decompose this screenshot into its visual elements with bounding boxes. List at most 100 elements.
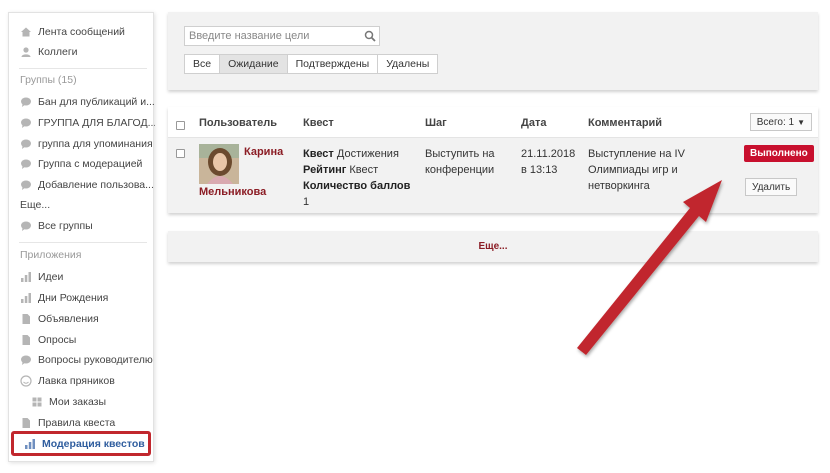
- sidebar-item-all-groups[interactable]: Все группы: [9, 217, 155, 235]
- sidebar-item-group[interactable]: Бан для публикаций и...: [9, 93, 155, 111]
- bar-chart-icon: [20, 292, 32, 304]
- speech-bubble-icon: [20, 354, 32, 366]
- time-line: в 13:13: [521, 164, 558, 176]
- search-input[interactable]: [185, 27, 355, 45]
- sidebar-item-quest-moderation[interactable]: Модерация квестов: [11, 431, 151, 456]
- sidebar-item-label: Группа с модерацией: [38, 158, 143, 170]
- search-icon[interactable]: [364, 30, 376, 42]
- comment-cell: Выступление на IV Олимпиады игр и нетвор…: [588, 146, 685, 194]
- user-surname-link[interactable]: Мельникова: [199, 186, 266, 198]
- sidebar-item-label: Все группы: [38, 220, 93, 232]
- sidebar-item-shop[interactable]: Лавка пряников: [9, 372, 155, 390]
- sidebar-item-my-orders[interactable]: Мои заказы: [9, 393, 155, 411]
- sidebar-item-label: Идеи: [38, 271, 64, 283]
- sidebar-item-label: Мои заказы: [49, 396, 107, 408]
- search-box: [184, 26, 380, 46]
- quest-word: Квест: [349, 164, 379, 176]
- sidebar-item-group[interactable]: Добавление пользова...: [9, 176, 155, 194]
- select-all-checkbox[interactable]: [176, 121, 185, 130]
- sidebar-item-ideas[interactable]: Идеи: [9, 268, 155, 286]
- sidebar-item-label: Коллеги: [38, 46, 78, 58]
- sidebar-item-more-groups[interactable]: Еще...: [9, 196, 155, 214]
- date-line: 21.11.2018: [521, 148, 576, 160]
- comment-line: Выступление на IV: [588, 148, 685, 160]
- tab-pending[interactable]: Ожидание: [219, 54, 288, 74]
- sidebar-item-polls[interactable]: Опросы: [9, 331, 155, 349]
- sidebar-item-quest-rules[interactable]: Правила квеста: [9, 414, 155, 432]
- speech-bubble-icon: [20, 179, 32, 191]
- column-header-comment: Комментарий: [588, 117, 663, 129]
- speech-bubble-icon: [20, 158, 32, 170]
- sidebar-item-label: Лента сообщений: [38, 26, 125, 38]
- groups-heading: Группы (15): [20, 74, 77, 86]
- document-icon: [20, 313, 32, 325]
- step-line: конференции: [425, 164, 495, 176]
- total-label: Всего: 1: [756, 116, 795, 128]
- bar-chart-icon: [24, 438, 36, 450]
- speech-bubble-icon: [20, 96, 32, 108]
- sidebar-item-colleagues[interactable]: Коллеги: [9, 43, 155, 61]
- apps-heading: Приложения: [20, 249, 82, 261]
- sidebar-item-label: ГРУППА ДЛЯ БЛАГОД...: [38, 117, 155, 129]
- column-header-date: Дата: [521, 117, 547, 129]
- total-dropdown[interactable]: Всего: 1 ▼: [749, 113, 812, 131]
- sidebar-item-label: Модерация квестов: [42, 437, 145, 450]
- row-checkbox[interactable]: [176, 149, 185, 158]
- quest-word: Рейтинг: [303, 164, 347, 176]
- quest-cell: Квест Достижения Рейтинг Квест Количеств…: [303, 146, 415, 210]
- divider: [19, 68, 147, 69]
- sidebar-item-questions[interactable]: Вопросы руководителю: [9, 351, 155, 369]
- quest-word: 1: [303, 196, 310, 208]
- date-cell: 21.11.2018 в 13:13: [521, 146, 575, 178]
- step-line: Выступить на: [425, 148, 495, 160]
- mark-done-button[interactable]: Выполнено: [744, 145, 814, 162]
- tab-confirmed[interactable]: Подтверждены: [286, 54, 379, 74]
- filter-panel: Все Ожидание Подтверждены Удалены: [168, 12, 818, 90]
- sidebar: Лента сообщений Коллеги Группы (15) Бан …: [8, 12, 155, 462]
- comment-line: Олимпиады игр и: [588, 164, 678, 176]
- quest-word: Количество баллов: [303, 180, 411, 192]
- comment-line: нетворкинга: [588, 180, 650, 192]
- sidebar-item-label: Объявления: [38, 313, 99, 325]
- column-header-quest: Квест: [303, 117, 334, 129]
- user-icon: [20, 46, 32, 58]
- status-tabs: Все Ожидание Подтверждены Удалены: [184, 54, 439, 74]
- user-name-link[interactable]: Карина: [244, 146, 283, 158]
- table-row: Карина Мельникова Квест Достижения Рейти…: [168, 138, 818, 213]
- speech-bubble-icon: [20, 117, 32, 129]
- delete-button[interactable]: Удалить: [745, 178, 798, 196]
- avatar[interactable]: [199, 144, 239, 184]
- home-icon: [20, 26, 32, 38]
- sidebar-item-label: Бан для публикаций и...: [38, 96, 155, 108]
- sidebar-item-label: Вопросы руководителю: [38, 354, 153, 366]
- step-cell: Выступить на конференции: [425, 146, 495, 178]
- sidebar-item-label: Лавка пряников: [38, 375, 115, 387]
- tab-all[interactable]: Все: [184, 54, 221, 74]
- column-header-user: Пользователь: [199, 117, 278, 129]
- quest-word: Достижения: [336, 148, 399, 160]
- sidebar-item-ads[interactable]: Объявления: [9, 310, 155, 328]
- speech-bubble-icon: [20, 220, 32, 232]
- sidebar-item-group[interactable]: Группа с модерацией: [9, 155, 155, 173]
- sidebar-item-feed[interactable]: Лента сообщений: [9, 23, 155, 41]
- quest-word: Квест: [303, 148, 334, 160]
- sidebar-item-group[interactable]: группа для упоминания: [9, 135, 155, 153]
- caret-down-icon: ▼: [797, 117, 805, 127]
- sidebar-item-label: группа для упоминания: [38, 138, 153, 150]
- load-more-link[interactable]: Еще...: [478, 241, 507, 252]
- sidebar-item-group[interactable]: ГРУППА ДЛЯ БЛАГОД...: [9, 114, 155, 132]
- column-header-step: Шаг: [425, 117, 447, 129]
- sidebar-item-label: Дни Рождения: [38, 292, 109, 304]
- tab-deleted[interactable]: Удалены: [377, 54, 439, 74]
- quest-table: Пользователь Квест Шаг Дата Комментарий …: [168, 107, 818, 213]
- sidebar-item-birthdays[interactable]: Дни Рождения: [9, 289, 155, 307]
- speech-bubble-icon: [20, 138, 32, 150]
- grid-icon: [31, 396, 43, 408]
- sidebar-item-label: Еще...: [20, 199, 51, 211]
- load-more-bar[interactable]: Еще...: [168, 231, 818, 262]
- divider: [19, 242, 147, 243]
- bar-chart-icon: [20, 271, 32, 283]
- sidebar-item-label: Добавление пользова...: [38, 179, 154, 191]
- smiley-icon: [20, 375, 32, 387]
- document-icon: [20, 417, 32, 429]
